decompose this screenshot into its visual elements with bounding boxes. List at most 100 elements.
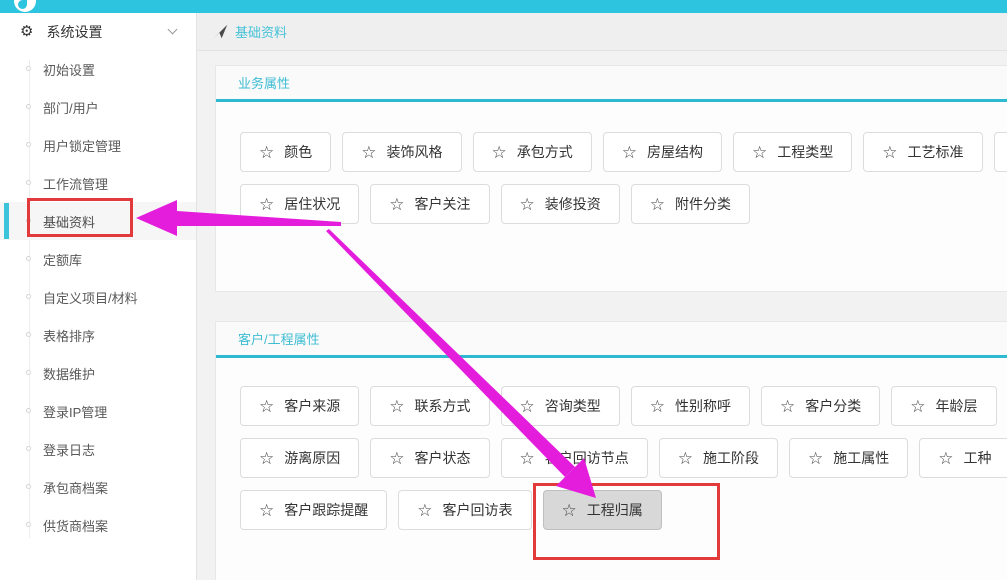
sidebar-item[interactable]: 承包商档案 — [0, 468, 196, 506]
section-body: ☆客户来源☆联系方式☆咨询类型☆性别称呼☆客户分类☆年龄层☆☆游离原因☆客户状态… — [216, 358, 1007, 542]
section-card: 客户/工程属性☆客户来源☆联系方式☆咨询类型☆性别称呼☆客户分类☆年龄层☆☆游离… — [215, 321, 1007, 580]
content: 业务属性☆颜色☆装饰风格☆承包方式☆房屋结构☆工程类型☆工艺标准☆☆居住状况☆客… — [197, 51, 1007, 580]
bullet-icon — [26, 142, 31, 147]
star-icon: ☆ — [622, 144, 637, 161]
attribute-button[interactable]: ☆ 咨询类型 — [501, 386, 620, 426]
star-icon: ☆ — [361, 144, 376, 161]
section-body: ☆颜色☆装饰风格☆承包方式☆房屋结构☆工程类型☆工艺标准☆☆居住状况☆客户关注☆… — [216, 102, 1007, 236]
section-header: 业务属性 — [216, 66, 1007, 102]
sidebar-item-label: 登录IP管理 — [43, 402, 107, 421]
section-title: 业务属性 — [238, 73, 290, 92]
attribute-button[interactable]: ☆ 客户状态 — [370, 438, 489, 478]
attribute-button[interactable]: ☆客户回访节点 — [501, 438, 648, 478]
sidebar-item[interactable]: 部门/用户 — [0, 88, 196, 126]
star-icon: ☆ — [562, 502, 577, 519]
star-icon: ☆ — [259, 502, 274, 519]
attribute-button[interactable]: ☆ 工程类型 — [733, 132, 852, 172]
sidebar-item-label: 基础资料 — [43, 212, 95, 231]
sidebar-item[interactable]: 定额库 — [0, 240, 196, 278]
attribute-button[interactable]: ☆承包方式 — [473, 132, 592, 172]
attribute-button-label: 施工属性 — [833, 448, 889, 468]
star-icon: ☆ — [259, 196, 274, 213]
attribute-button-label: 客户跟踪提醒 — [284, 500, 368, 520]
star-icon: ☆ — [389, 196, 404, 213]
attribute-button-label: 客户回访节点 — [545, 448, 629, 468]
star-icon: ☆ — [259, 450, 274, 467]
sidebar-item[interactable]: 工作流管理 — [0, 164, 196, 202]
bullet-icon — [26, 446, 31, 451]
sidebar-item[interactable]: 基础资料 — [0, 202, 196, 240]
attribute-button[interactable]: ☆工程归属 — [543, 490, 662, 530]
attribute-button[interactable]: ☆性别称呼 — [631, 386, 750, 426]
attribute-button[interactable]: ☆ 颜色 — [240, 132, 331, 172]
button-row: ☆游离原因☆客户状态☆客户回访节点☆施工阶段☆施工属性☆工种 — [240, 438, 1007, 478]
attribute-button-label: 装修投资 — [545, 194, 601, 214]
sidebar-item-label: 用户锁定管理 — [43, 136, 121, 155]
star-icon: ☆ — [678, 450, 693, 467]
attribute-button[interactable]: ☆施工阶段 — [659, 438, 778, 478]
sidebar-item[interactable]: 登录日志 — [0, 430, 196, 468]
star-icon: ☆ — [492, 144, 507, 161]
attribute-button[interactable]: ☆ 客户跟踪提醒 — [240, 490, 387, 530]
section-card: 业务属性☆颜色☆装饰风格☆承包方式☆房屋结构☆工程类型☆工艺标准☆☆居住状况☆客… — [215, 65, 1007, 292]
star-icon: ☆ — [520, 196, 535, 213]
sidebar-item[interactable]: 数据维护 — [0, 354, 196, 392]
star-icon: ☆ — [389, 450, 404, 467]
attribute-button[interactable]: ☆ 游离原因 — [240, 438, 359, 478]
star-icon: ☆ — [910, 398, 925, 415]
breadcrumb-label: 基础资料 — [235, 22, 287, 41]
sidebar-item-label: 供货商档案 — [43, 516, 108, 535]
star-icon: ☆ — [520, 398, 535, 415]
attribute-button[interactable]: ☆年龄层 — [891, 386, 996, 426]
sidebar-item[interactable]: 初始设置 — [0, 50, 196, 88]
star-icon: ☆ — [752, 144, 767, 161]
sidebar-item[interactable]: 登录IP管理 — [0, 392, 196, 430]
attribute-button[interactable]: ☆附件分类 — [631, 184, 750, 224]
attribute-button[interactable]: ☆ 装修投资 — [501, 184, 620, 224]
main-area: 基础资料 业务属性☆颜色☆装饰风格☆承包方式☆房屋结构☆工程类型☆工艺标准☆☆居… — [197, 13, 1007, 580]
attribute-button[interactable]: ☆客户来源 — [240, 386, 359, 426]
attribute-button-label: 客户状态 — [415, 448, 471, 468]
breadcrumb: 基础资料 — [197, 13, 1007, 51]
sidebar-item-label: 工作流管理 — [43, 174, 108, 193]
sidebar-item[interactable]: 供货商档案 — [0, 506, 196, 544]
attribute-button[interactable]: ☆ 居住状况 — [240, 184, 359, 224]
sidebar-item-label: 承包商档案 — [43, 478, 108, 497]
attribute-button[interactable]: ☆ — [994, 132, 1007, 172]
button-row: ☆颜色☆装饰风格☆承包方式☆房屋结构☆工程类型☆工艺标准☆ — [240, 132, 1007, 172]
attribute-button-label: 颜色 — [284, 142, 312, 162]
sidebar-item[interactable]: 表格排序 — [0, 316, 196, 354]
attribute-button-label: 咨询类型 — [545, 396, 601, 416]
top-bar — [0, 0, 1007, 13]
button-row: ☆客户跟踪提醒☆客户回访表☆工程归属 — [240, 490, 1007, 530]
star-icon: ☆ — [259, 144, 274, 161]
sidebar: ⚙ 系统设置 初始设置部门/用户用户锁定管理工作流管理基础资料定额库自定义项目/… — [0, 13, 197, 580]
bullet-icon — [26, 104, 31, 109]
attribute-button-label: 工程类型 — [777, 142, 833, 162]
star-icon: ☆ — [389, 398, 404, 415]
attribute-button[interactable]: ☆装饰风格 — [342, 132, 461, 172]
sidebar-item-label: 登录日志 — [43, 440, 95, 459]
gear-icon: ⚙ — [20, 24, 33, 39]
attribute-button[interactable]: ☆施工属性 — [789, 438, 908, 478]
bullet-icon — [26, 522, 31, 527]
sidebar-item[interactable]: 自定义项目/材料 — [0, 278, 196, 316]
bullet-icon — [26, 180, 31, 185]
attribute-button[interactable]: ☆客户关注 — [370, 184, 489, 224]
attribute-button-label: 客户回访表 — [443, 500, 513, 520]
attribute-button-label: 居住状况 — [284, 194, 340, 214]
attribute-button[interactable]: ☆工种 — [919, 438, 1007, 478]
app-logo-icon — [14, 0, 36, 12]
attribute-button[interactable]: ☆联系方式 — [370, 386, 489, 426]
sidebar-title: 系统设置 — [46, 22, 169, 42]
sidebar-header-system-settings[interactable]: ⚙ 系统设置 — [0, 13, 196, 50]
attribute-button[interactable]: ☆ 房屋结构 — [603, 132, 722, 172]
attribute-button[interactable]: ☆工艺标准 — [863, 132, 982, 172]
attribute-button[interactable]: ☆客户分类 — [761, 386, 880, 426]
star-icon: ☆ — [780, 398, 795, 415]
attribute-button[interactable]: ☆客户回访表 — [398, 490, 531, 530]
star-icon: ☆ — [938, 450, 953, 467]
sidebar-item[interactable]: 用户锁定管理 — [0, 126, 196, 164]
attribute-button-label: 房屋结构 — [647, 142, 703, 162]
attribute-button-label: 游离原因 — [284, 448, 340, 468]
